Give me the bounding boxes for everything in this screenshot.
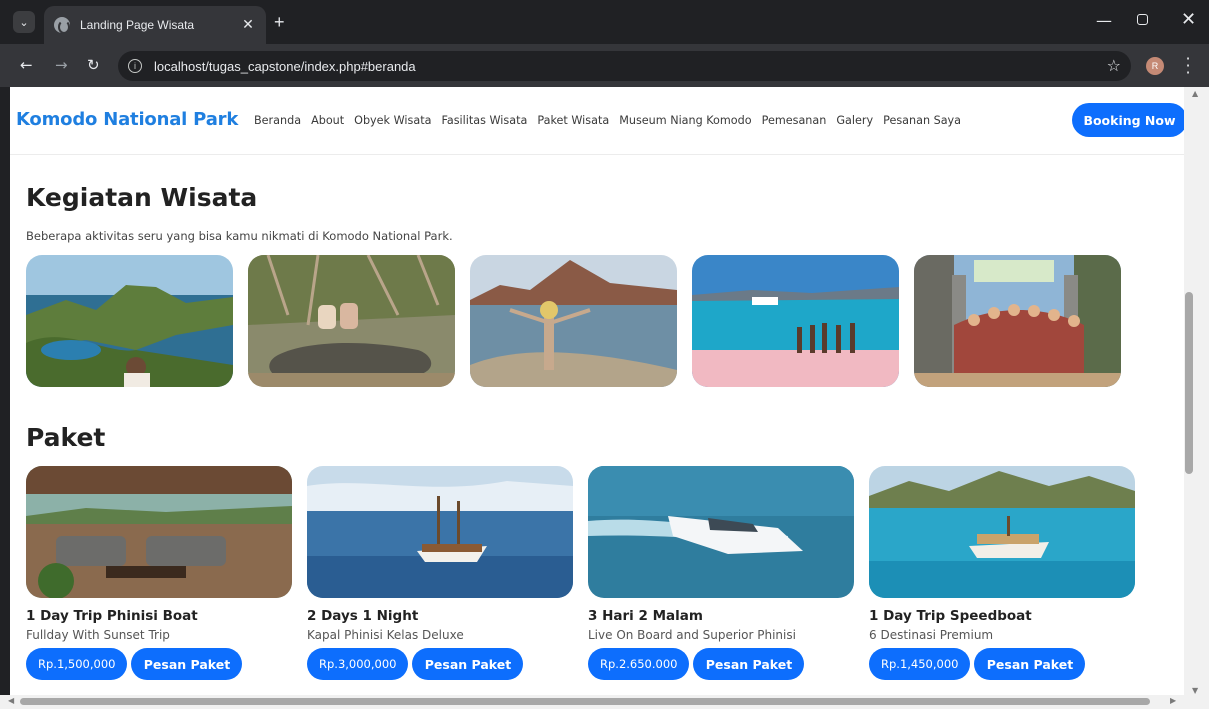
nav-link-pemesanan[interactable]: Pemesanan [762, 114, 827, 127]
package-subtitle: Kapal Phinisi Kelas Deluxe [307, 628, 464, 642]
browser-toolbar: ← → ↻ i localhost/tugas_capstone/index.p… [0, 44, 1209, 87]
reload-icon[interactable]: ↻ [87, 56, 100, 74]
nav-link-paket-wisata[interactable]: Paket Wisata [537, 114, 609, 127]
kegiatan-title: Kegiatan Wisata [26, 183, 258, 212]
menu-dots-icon[interactable]: · · · [1185, 51, 1191, 81]
package-image-phinisi-deck [26, 466, 292, 598]
package-image-speedboat [869, 466, 1135, 598]
tab-close-icon[interactable]: ✕ [240, 17, 256, 33]
window-close-icon[interactable]: ✕ [1181, 9, 1196, 30]
package-actions: Rp.2.650.000 Pesan Paket [588, 648, 854, 680]
url-text[interactable]: localhost/tugas_capstone/index.php#beran… [154, 59, 416, 74]
pesan-paket-button[interactable]: Pesan Paket [693, 648, 805, 680]
package-card: 2 Days 1 Night Kapal Phinisi Kelas Delux… [307, 466, 573, 680]
package-list: 1 Day Trip Phinisi Boat Fullday With Sun… [26, 466, 1135, 680]
bookmark-star-icon[interactable]: ☆ [1107, 56, 1121, 75]
minimize-icon[interactable]: — [1096, 11, 1112, 30]
package-price: Rp.1,500,000 [26, 648, 128, 680]
profile-avatar[interactable]: R [1146, 57, 1164, 75]
nav-link-obyek-wisata[interactable]: Obyek Wisata [354, 114, 431, 127]
back-arrow-icon[interactable]: ← [20, 56, 33, 74]
scroll-right-icon[interactable]: ▶ [1170, 696, 1176, 705]
activity-image-island-view [26, 255, 233, 387]
pesan-paket-button[interactable]: Pesan Paket [412, 648, 524, 680]
pesan-paket-button[interactable]: Pesan Paket [974, 648, 1086, 680]
package-price: Rp.3,000,000 [307, 648, 409, 680]
package-subtitle: Live On Board and Superior Phinisi [588, 628, 796, 642]
paket-title: Paket [26, 423, 106, 452]
vertical-scrollbar[interactable]: ▲ ▼ [1184, 87, 1209, 695]
activity-image-group-photo [914, 255, 1121, 387]
forward-arrow-icon[interactable]: → [55, 56, 68, 74]
browser-tab[interactable]: Landing Page Wisata ✕ [44, 6, 266, 44]
package-actions: Rp.1,450,000 Pesan Paket [869, 648, 1135, 680]
package-name: 3 Hari 2 Malam [588, 608, 703, 624]
package-actions: Rp.3,000,000 Pesan Paket [307, 648, 573, 680]
package-price: Rp.2.650.000 [588, 648, 690, 680]
package-image-phinisi-sea [307, 466, 573, 598]
nav-link-fasilitas-wisata[interactable]: Fasilitas Wisata [441, 114, 527, 127]
package-name: 1 Day Trip Speedboat [869, 608, 1032, 624]
package-image-yacht [588, 466, 854, 598]
site-navbar: Komodo National Park Beranda About Obyek… [10, 87, 1184, 155]
package-actions: Rp.1,500,000 Pesan Paket [26, 648, 292, 680]
package-name: 2 Days 1 Night [307, 608, 419, 624]
brand-logo[interactable]: Komodo National Park [16, 109, 238, 130]
nav-link-galery[interactable]: Galery [836, 114, 873, 127]
activity-gallery [26, 255, 1121, 387]
package-price: Rp.1,450,000 [869, 648, 971, 680]
scroll-up-icon[interactable]: ▲ [1192, 89, 1198, 98]
scroll-left-icon[interactable]: ◀ [8, 696, 14, 705]
nav-links: Beranda About Obyek Wisata Fasilitas Wis… [254, 114, 971, 127]
kegiatan-description: Beberapa aktivitas seru yang bisa kamu n… [26, 229, 453, 243]
nav-link-pesanan-saya[interactable]: Pesanan Saya [883, 114, 961, 127]
globe-icon [54, 17, 70, 34]
activity-image-komodo [248, 255, 455, 387]
package-subtitle: 6 Destinasi Premium [869, 628, 994, 642]
package-name: 1 Day Trip Phinisi Boat [26, 608, 198, 624]
package-card: 1 Day Trip Speedboat 6 Destinasi Premium… [869, 466, 1135, 680]
site-info-icon[interactable]: i [128, 59, 142, 73]
horizontal-scrollbar[interactable]: ◀ ▶ [0, 695, 1209, 709]
tab-title: Landing Page Wisata [80, 18, 195, 32]
package-subtitle: Fullday With Sunset Trip [26, 628, 170, 642]
activity-image-pink-beach [692, 255, 899, 387]
address-bar[interactable]: i localhost/tugas_capstone/index.php#ber… [118, 51, 1131, 81]
package-card: 1 Day Trip Phinisi Boat Fullday With Sun… [26, 466, 292, 680]
nav-link-beranda[interactable]: Beranda [254, 114, 301, 127]
restore-icon[interactable] [1137, 14, 1148, 25]
pesan-paket-button[interactable]: Pesan Paket [131, 648, 243, 680]
horizontal-scroll-thumb[interactable] [20, 698, 1150, 705]
tab-strip: ⌄ Landing Page Wisata ✕ + — ✕ [0, 0, 1209, 44]
package-card: 3 Hari 2 Malam Live On Board and Superio… [588, 466, 854, 680]
scroll-down-icon[interactable]: ▼ [1192, 686, 1198, 695]
nav-link-museum[interactable]: Museum Niang Komodo [619, 114, 751, 127]
page-viewport: Komodo National Park Beranda About Obyek… [10, 87, 1184, 695]
nav-link-about[interactable]: About [311, 114, 344, 127]
booking-now-button[interactable]: Booking Now [1072, 103, 1184, 137]
new-tab-icon[interactable]: + [274, 12, 285, 33]
activity-image-padar-hill [470, 255, 677, 387]
vertical-scroll-thumb[interactable] [1185, 292, 1193, 474]
tab-search-chevron-icon[interactable]: ⌄ [13, 11, 35, 33]
